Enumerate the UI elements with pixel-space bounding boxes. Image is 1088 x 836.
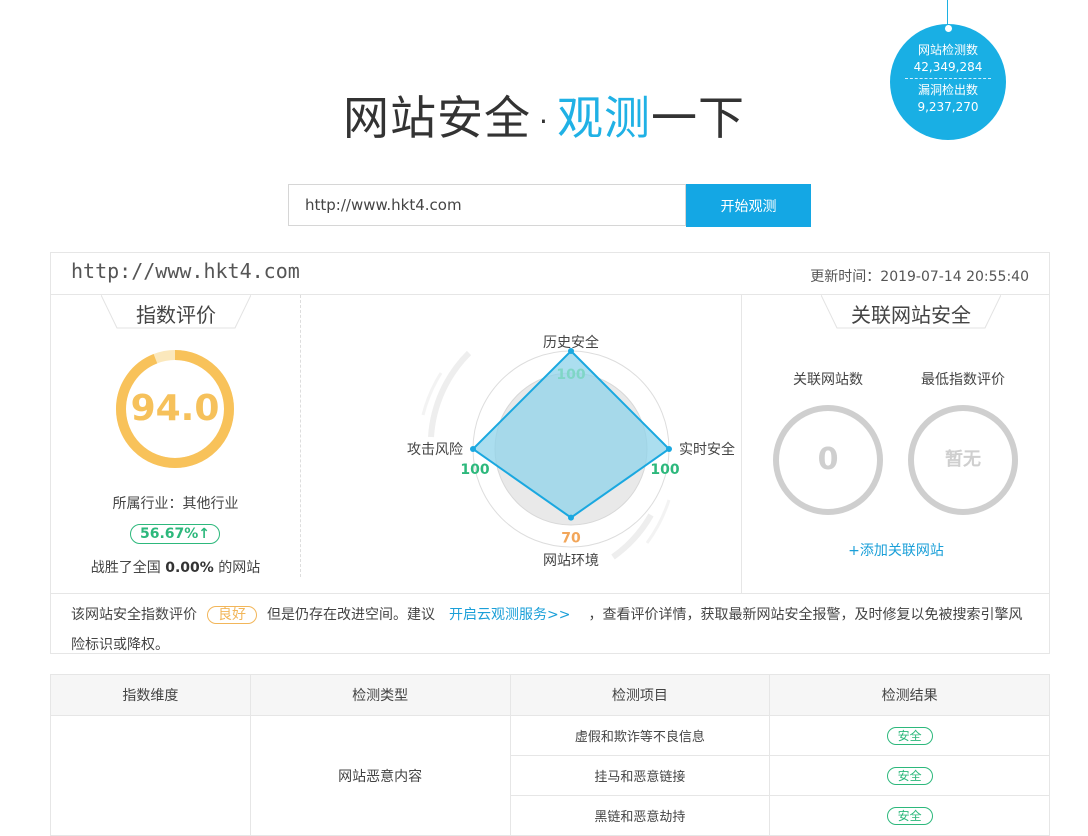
dimension-cell [50, 715, 251, 836]
radar-axis-label-environment: 网站环境 [543, 553, 599, 569]
report-panel: http://www.hkt4.com 更新时间：2019-07-14 20:5… [50, 252, 1050, 654]
advice-prefix: 该网站安全指数评价 [71, 607, 197, 623]
radar-chart: 历史安全 实时安全 网站环境 攻击风险 100 100 70 100 [407, 334, 735, 569]
radar-deco-arc-top [428, 350, 472, 438]
header-type: 检测类型 [249, 674, 511, 716]
safe-badge: 安全 [886, 806, 933, 825]
result-cell: 安全 [769, 715, 1050, 756]
stats-connector-dot [944, 24, 953, 33]
report-header: http://www.hkt4.com 更新时间：2019-07-14 20:5… [51, 253, 1049, 295]
score-value: 94.0 [130, 388, 220, 429]
item-cell: 虚假和欺诈等不良信息 [509, 715, 771, 756]
beat-prefix: 战胜了全国 [90, 560, 166, 576]
radar-point-environment [568, 514, 574, 521]
score-ring: 94.0 [115, 349, 235, 469]
type-cell: 网站恶意内容 [249, 715, 511, 836]
title-part1: 网站安全 [343, 91, 532, 145]
radar-axis-label-realtime: 实时安全 [679, 441, 735, 458]
update-time: 更新时间：2019-07-14 20:55:40 [810, 269, 1029, 285]
grade-badge: 良好 [207, 606, 257, 624]
assoc-count-label: 关联网站数 [793, 372, 863, 388]
beat-line: 战胜了全国 0.00% 的网站 [51, 557, 300, 577]
radar-deco-arc-bottom [611, 513, 654, 560]
page-title: 网站安全 · 观测一下 [0, 82, 1088, 148]
percent-badge: 56.67%↑ [130, 524, 220, 544]
scanned-value: 42,349,284 [913, 60, 983, 74]
start-scan-button[interactable]: 开始观测 [686, 184, 811, 227]
radar-axis-label-history: 历史安全 [543, 334, 599, 351]
result-cell: 安全 [769, 755, 1050, 796]
radar-value-realtime: 100 [650, 462, 679, 478]
assoc-section-title: 关联网站安全 [851, 303, 971, 327]
title-dot: · [539, 105, 549, 138]
url-search-input[interactable] [288, 184, 686, 226]
column-divider-left [300, 295, 301, 577]
radar-axis-label-attack: 攻击风险 [407, 442, 463, 458]
header-item: 检测项目 [509, 674, 771, 716]
safe-badge: 安全 [886, 766, 933, 785]
assoc-lowest-label: 最低指数评价 [921, 372, 1005, 388]
radar-value-environment: 70 [561, 531, 581, 547]
report-url: http://www.hkt4.com [71, 259, 300, 283]
advice-text: 该网站安全指数评价 良好 但是仍存在改进空间。建议 开启云观测服务>> ，查看评价详情，… [51, 593, 1049, 655]
add-assoc-site-link[interactable]: +添加关联网站 [741, 540, 1051, 560]
industry-text: 所属行业：其他行业 [112, 496, 239, 512]
stats-connector-line [947, 0, 948, 26]
assoc-count-ring: 0 [773, 405, 883, 515]
table-header-row: 指数维度 检测类型 检测项目 检测结果 [50, 674, 1050, 716]
item-cell: 黑链和恶意劫持 [509, 795, 771, 836]
result-cell: 安全 [769, 795, 1050, 836]
item-cell: 挂马和恶意链接 [509, 755, 771, 796]
header-result: 检测结果 [769, 674, 1050, 716]
title-accent: 观测 [556, 91, 651, 145]
table-row: 网站恶意内容 虚假和欺诈等不良信息 安全 [50, 715, 1050, 836]
header-dimension: 指数维度 [50, 674, 251, 716]
radar-value-history: 100 [556, 367, 585, 383]
detail-table: 指数维度 检测类型 检测项目 检测结果 网站恶意内容 虚假和欺诈等不良信息 安全… [50, 674, 1050, 836]
scanned-label: 网站检测数 [917, 43, 978, 57]
index-section-title: 指数评价 [136, 303, 216, 327]
assoc-section-tab: 关联网站安全 [821, 295, 1001, 329]
beat-suffix: 的网站 [213, 560, 261, 576]
beat-value: 0.00% [165, 560, 214, 576]
radar-point-realtime [666, 446, 672, 452]
assoc-lowest-ring: 暂无 [908, 405, 1018, 515]
radar-value-attack: 100 [460, 462, 489, 478]
stats-separator [905, 78, 991, 79]
radar-point-attack [470, 446, 476, 452]
cloud-service-link[interactable]: 开启云观测服务>> [449, 607, 570, 623]
title-part2: 一下 [650, 91, 745, 145]
safe-badge: 安全 [886, 726, 933, 745]
advice-middle: 但是仍存在改进空间。建议 [267, 607, 435, 623]
index-section-tab: 指数评价 [101, 295, 251, 329]
